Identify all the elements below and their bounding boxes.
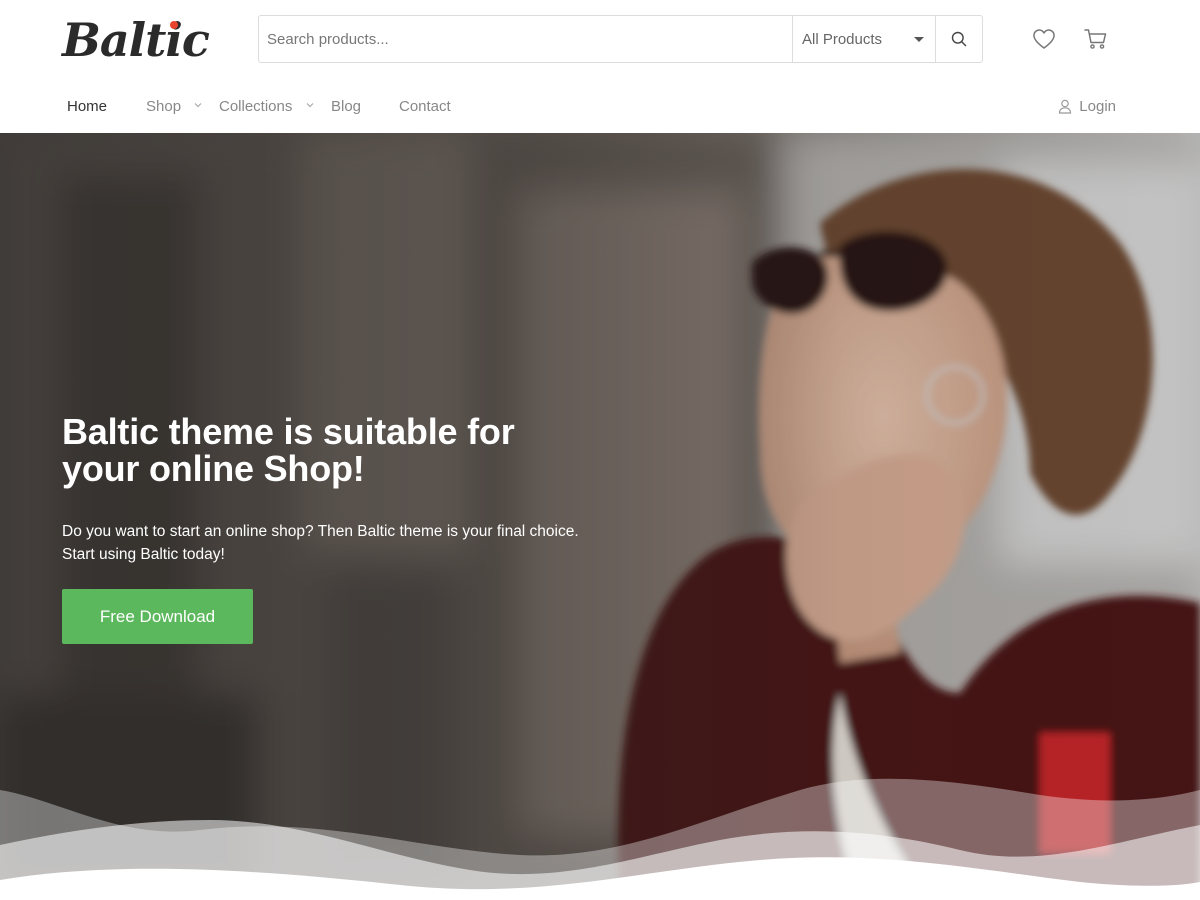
site-header: Baltic All Products [0, 0, 1200, 80]
search-icon [951, 31, 967, 47]
logo-text: Baltic [62, 13, 210, 67]
login-label: Login [1079, 98, 1116, 115]
chevron-down-icon [306, 103, 313, 108]
chevron-down-icon [914, 37, 924, 42]
hero-title: Baltic theme is suitable for your online… [62, 413, 582, 487]
user-icon [1059, 99, 1072, 114]
login-link[interactable]: Login [1058, 80, 1116, 133]
hero-title-line: Baltic theme is suitable for [62, 411, 515, 452]
hero-title-line: your online Shop! [62, 448, 365, 489]
heart-icon [1033, 29, 1055, 49]
nav-item-contact[interactable]: Contact [399, 80, 451, 133]
nav-item-home[interactable]: Home [67, 80, 107, 133]
hero-subtitle-line: Do you want to start an online shop? The… [62, 523, 579, 540]
search-input[interactable] [259, 16, 792, 62]
nav-item-blog[interactable]: Blog [331, 80, 361, 133]
hero-subtitle: Do you want to start an online shop? The… [62, 520, 602, 566]
nav-item-label: Contact [399, 98, 451, 115]
free-download-button[interactable]: Free Download [62, 589, 253, 644]
nav-item-label: Shop [146, 98, 182, 115]
nav-item-label: Home [67, 98, 108, 115]
hero-subtitle-line: Start using Baltic today! [62, 546, 225, 563]
wishlist-button[interactable] [1031, 26, 1057, 52]
cart-icon [1084, 29, 1107, 49]
logo[interactable]: Baltic [62, 10, 212, 70]
hero-banner: Baltic theme is suitable for your online… [0, 133, 1200, 900]
main-navigation: Home Shop Collections Blog Contact Login [0, 80, 1200, 133]
nav-item-collections[interactable]: Collections [219, 80, 314, 133]
nav-item-label: Collections [219, 98, 293, 115]
search-button[interactable] [935, 16, 982, 62]
category-select-value: All Products [802, 30, 883, 48]
wave-divider [0, 778, 1200, 900]
cart-button[interactable] [1083, 26, 1109, 52]
category-select[interactable]: All Products [792, 16, 935, 62]
search-bar: All Products [258, 15, 983, 63]
chevron-down-icon [194, 103, 202, 108]
nav-item-label: Blog [331, 98, 362, 115]
logo-accent-dot [170, 21, 178, 29]
nav-item-shop[interactable]: Shop [146, 80, 202, 133]
